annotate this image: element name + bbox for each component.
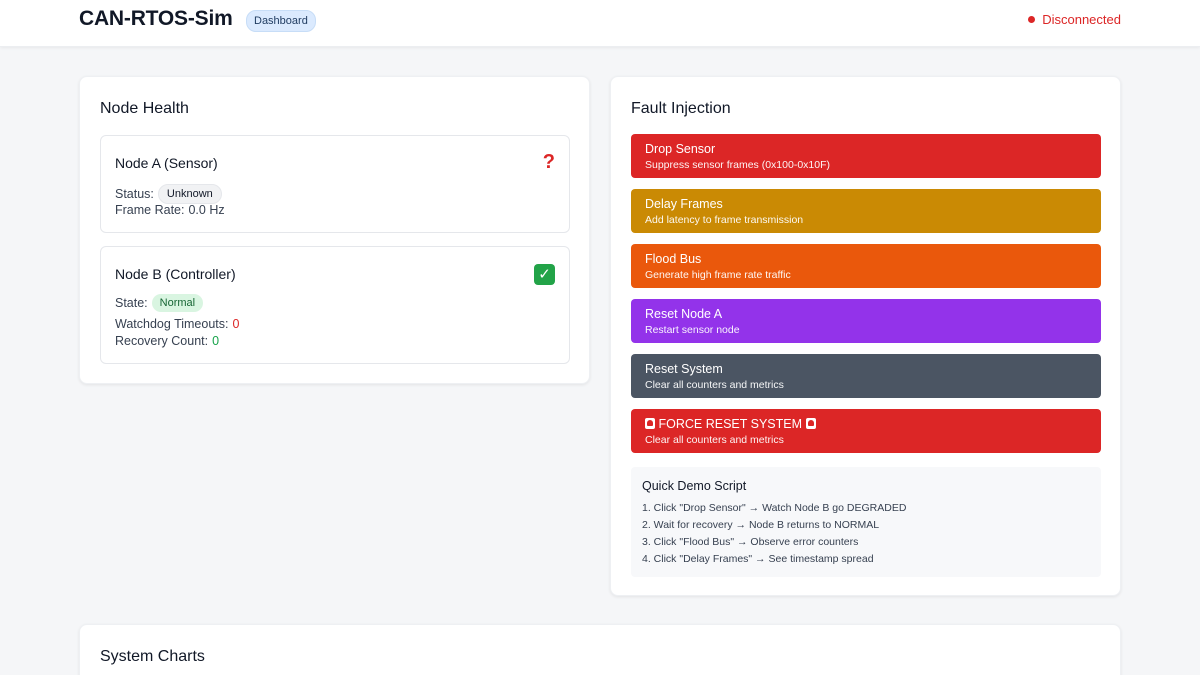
delay-frames-button-desc: Add latency to frame transmission xyxy=(645,214,804,226)
flood-bus-button[interactable]: Flood Bus Generate high frame rate traff… xyxy=(631,244,1101,288)
node-b-watchdog-row: Watchdog Timeouts: 0 xyxy=(115,317,239,331)
demo-title: Quick Demo Script xyxy=(642,479,747,493)
node-b-watchdog-label: Watchdog Timeouts: xyxy=(115,317,229,331)
reset-node-a-button-title: Reset Node A xyxy=(645,307,723,321)
node-b-state-row: State: Normal xyxy=(115,294,204,312)
node-a-status-badge: Unknown xyxy=(157,184,222,204)
node-b-state-badge: Normal xyxy=(151,294,204,312)
check-mark-icon: ✓ xyxy=(534,263,555,285)
system-charts-title: System Charts xyxy=(100,648,205,665)
force-reset-label: FORCE RESET SYSTEM xyxy=(658,417,803,431)
node-a-frame-rate-row: Frame Rate: 0.0 Hz xyxy=(115,203,225,217)
node-a-status-row: Status: Unknown xyxy=(115,184,222,204)
node-a-card: Node A (Sensor) ? Status: Unknown Frame … xyxy=(100,135,570,233)
top-header: CAN-RTOS-Sim Dashboard Disconnected xyxy=(0,0,1200,47)
siren-icon xyxy=(805,418,816,429)
node-a-name: Node A (Sensor) xyxy=(115,155,218,171)
demo-step: 3. Click "Flood Bus" → Observe error cou… xyxy=(642,536,859,548)
node-b-recovery-label: Recovery Count: xyxy=(115,334,209,348)
node-b-watchdog-value: 0 xyxy=(232,317,240,331)
flood-bus-button-desc: Generate high frame rate traffic xyxy=(645,269,791,281)
reset-node-a-button-desc: Restart sensor node xyxy=(645,324,740,336)
node-health-panel: Node Health Node A (Sensor) ? Status: Un… xyxy=(79,76,590,384)
siren-icon xyxy=(645,418,655,429)
fault-injection-panel: Fault Injection Drop Sensor Suppress sen… xyxy=(610,76,1121,596)
force-reset-system-button[interactable]: FORCE RESET SYSTEM Clear all counters an… xyxy=(631,409,1101,453)
reset-system-button-desc: Clear all counters and metrics xyxy=(645,379,784,391)
node-a-frame-rate-value: 0.0 Hz xyxy=(188,203,225,217)
node-b-recovery-value: 0 xyxy=(212,334,220,348)
node-b-recovery-row: Recovery Count: 0 xyxy=(115,334,219,348)
dashboard-badge[interactable]: Dashboard xyxy=(246,10,316,32)
demo-step: 4. Click "Delay Frames" → See timestamp … xyxy=(642,553,874,565)
drop-sensor-button[interactable]: Drop Sensor Suppress sensor frames (0x10… xyxy=(631,134,1101,178)
reset-system-button[interactable]: Reset System Clear all counters and metr… xyxy=(631,354,1101,398)
flood-bus-button-title: Flood Bus xyxy=(645,252,702,266)
node-b-card: Node B (Controller) ✓ State: Normal Watc… xyxy=(100,246,570,364)
force-reset-system-button-title: FORCE RESET SYSTEM xyxy=(645,417,816,431)
question-mark-icon: ? xyxy=(542,151,555,173)
drop-sensor-button-title: Drop Sensor xyxy=(645,142,716,156)
delay-frames-button-title: Delay Frames xyxy=(645,197,723,211)
node-b-name: Node B (Controller) xyxy=(115,266,236,282)
connection-status-label: Disconnected xyxy=(1042,12,1121,27)
status-dot-icon xyxy=(1028,16,1036,23)
demo-step: 2. Wait for recovery → Node B returns to… xyxy=(642,519,880,531)
node-a-frame-rate-label: Frame Rate: xyxy=(115,203,185,217)
node-health-title: Node Health xyxy=(100,100,189,117)
reset-node-a-button[interactable]: Reset Node A Restart sensor node xyxy=(631,299,1101,343)
fault-injection-title: Fault Injection xyxy=(631,100,731,117)
node-a-status-label: Status: xyxy=(115,187,154,201)
system-charts-panel: System Charts xyxy=(79,624,1121,675)
app-title: CAN-RTOS-Sim xyxy=(79,7,233,30)
delay-frames-button[interactable]: Delay Frames Add latency to frame transm… xyxy=(631,189,1101,233)
force-reset-system-button-desc: Clear all counters and metrics xyxy=(645,434,784,446)
connection-status: Disconnected xyxy=(1028,12,1121,27)
drop-sensor-button-desc: Suppress sensor frames (0x100-0x10F) xyxy=(645,159,830,171)
demo-step: 1. Click "Drop Sensor" → Watch Node B go… xyxy=(642,502,907,514)
node-b-state-label: State: xyxy=(115,296,148,310)
quick-demo-script: Quick Demo Script 1. Click "Drop Sensor"… xyxy=(631,467,1101,577)
reset-system-button-title: Reset System xyxy=(645,362,723,376)
